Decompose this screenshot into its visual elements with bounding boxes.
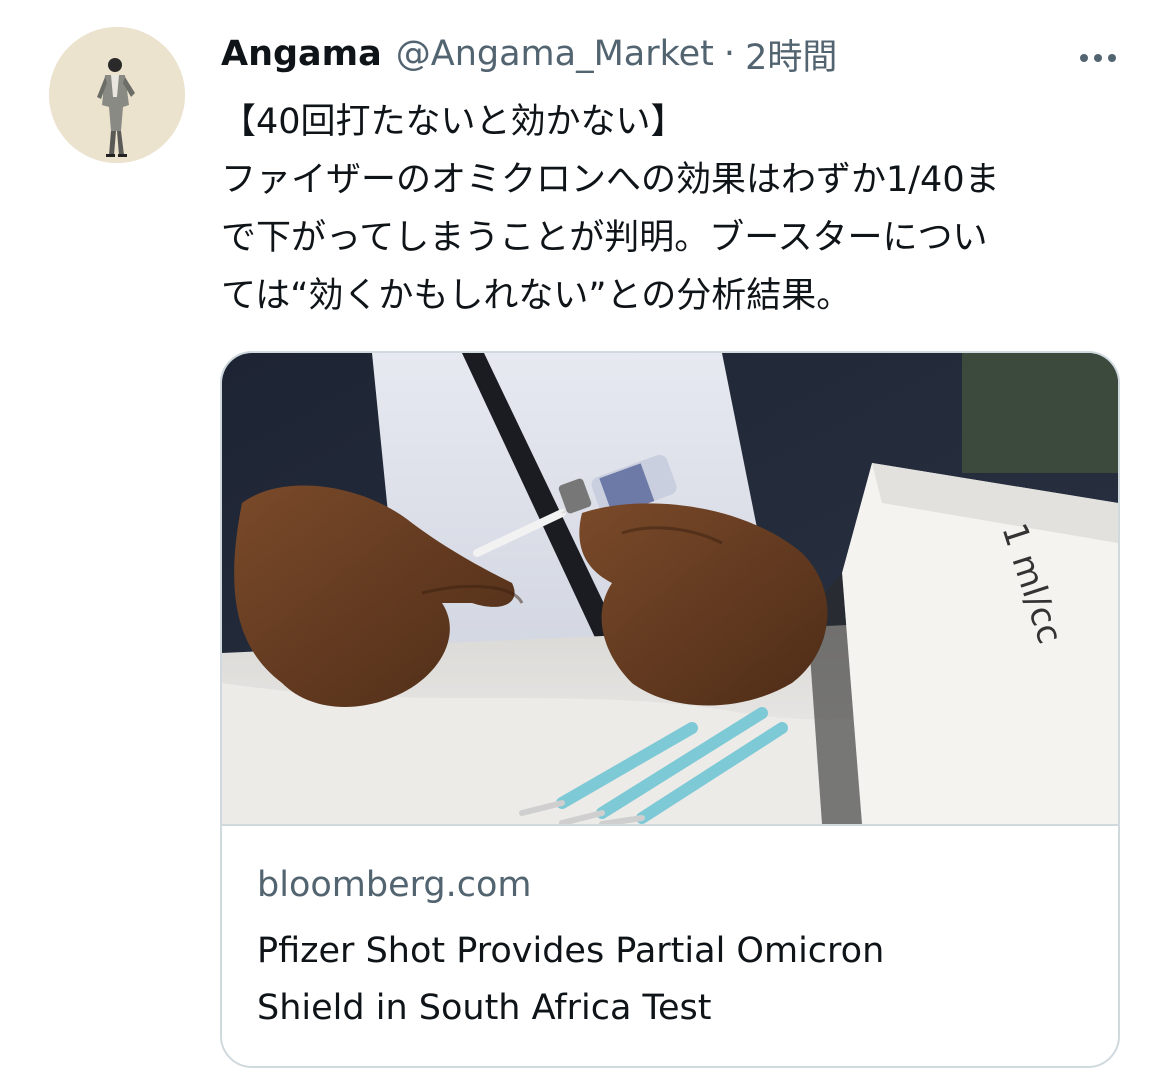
vaccine-photo: 1 ml/cc (222, 353, 1118, 824)
tweet-text: 【40回打たないと効かない】 ファイザーのオミクロンへの効果はわずか1/40ま … (221, 93, 1121, 325)
tweet-text-line: ては“効くかもしれない”との分析結果。 (221, 276, 852, 316)
tweet-text-line: で下がってしまうことが判明。ブースターについ (221, 218, 988, 258)
tweet-text-line: ファイザーのオミクロンへの効果はわずか1/40ま (221, 160, 1000, 200)
card-title: Pfizer Shot Provides Partial Omicron Shi… (257, 923, 1087, 1037)
author-display-name[interactable]: Angama (221, 34, 382, 74)
card-title-line: Pfizer Shot Provides Partial Omicron (257, 931, 885, 971)
tweet-timestamp[interactable]: 2時間 (745, 29, 837, 80)
avatar-person-illustration (49, 27, 185, 163)
tweet-text-line: 【40回打たないと効かない】 (221, 102, 686, 142)
more-horizontal-icon (1077, 54, 1119, 62)
tweet-header: Angama @Angama_Market · 2時間 (221, 30, 837, 78)
card-domain: bloomberg.com (257, 865, 532, 905)
card-title-line: Shield in South Africa Test (257, 988, 712, 1028)
card-image[interactable]: 1 ml/cc (222, 353, 1118, 826)
more-options-button[interactable] (1070, 38, 1126, 78)
author-handle[interactable]: @Angama_Market (396, 34, 714, 74)
separator-dot: · (723, 34, 736, 74)
avatar[interactable] (49, 27, 185, 163)
link-preview-card[interactable]: 1 ml/cc bloomberg.com Pfizer Shot Provid… (220, 351, 1120, 1068)
